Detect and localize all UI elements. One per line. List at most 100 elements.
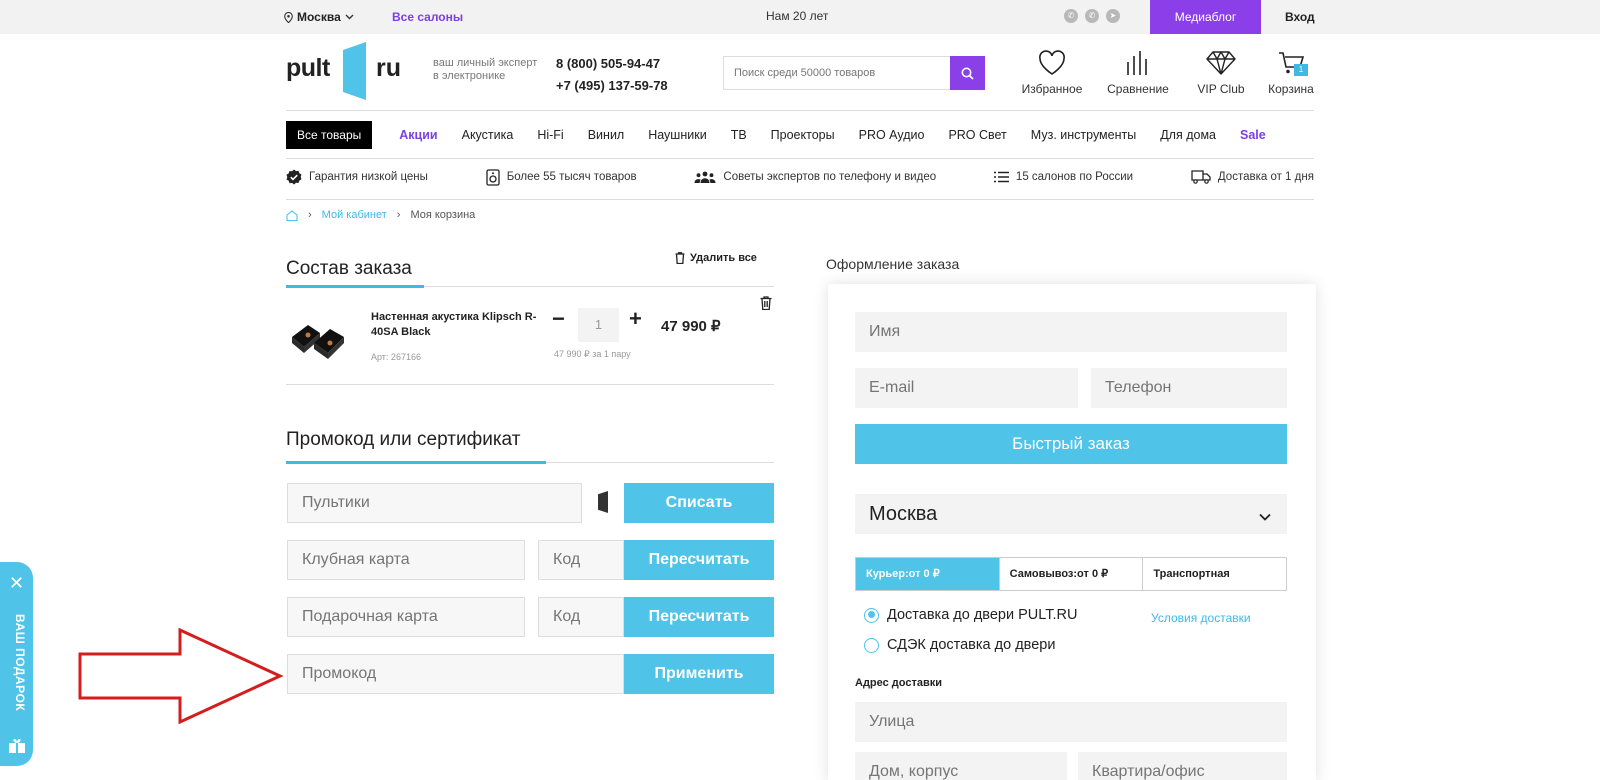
remove-item-trash-icon[interactable]: [760, 296, 772, 310]
gift-tab-label: ВАШ ПОДАРОК: [13, 614, 27, 712]
logo[interactable]: pult ru: [286, 42, 406, 100]
city-select[interactable]: Москва: [855, 494, 1287, 534]
product-image[interactable]: [286, 305, 354, 365]
radio-cdek-delivery[interactable]: СДЭК доставка до двери: [864, 637, 1055, 653]
city-select-value: Москва: [869, 503, 938, 525]
telegram-icon[interactable]: ➤: [1106, 9, 1120, 23]
badge-check-icon: [286, 169, 302, 185]
compare-link[interactable]: Сравнение: [1103, 48, 1173, 96]
section-underline-accent: [286, 285, 424, 288]
qty-increase-button[interactable]: +: [629, 308, 642, 330]
top-bar: Москва Все салоны Нам 20 лет ✆ ✆ ➤ Медиа…: [0, 0, 1600, 34]
gift-card-input[interactable]: [287, 597, 525, 637]
write-off-button[interactable]: Списать: [624, 483, 774, 523]
list-icon: [993, 171, 1009, 183]
phone-2[interactable]: +7 (495) 137-59-78: [556, 75, 668, 97]
nav-item-tv[interactable]: ТВ: [731, 128, 747, 142]
perks-bar: Гарантия низкой цены Более 55 тысяч това…: [286, 166, 1314, 188]
tab-pickup[interactable]: Самовывоз:от 0 ₽: [1000, 558, 1144, 590]
perk-low-price[interactable]: Гарантия низкой цены: [286, 169, 428, 185]
perk-products[interactable]: Более 55 тысяч товаров: [486, 168, 637, 186]
chevron-right-icon: ›: [308, 209, 312, 221]
perk-label: Доставка от 1 дня: [1217, 171, 1314, 183]
section-underline-accent: [286, 461, 546, 464]
perk-salons[interactable]: 15 салонов по России: [993, 171, 1133, 183]
club-card-input[interactable]: [287, 540, 525, 580]
nav-item-pro-audio[interactable]: PRO Аудио: [859, 128, 925, 142]
perk-label: Гарантия низкой цены: [309, 171, 428, 183]
cart-label: Корзина: [1268, 82, 1314, 96]
speaker-icon: [486, 168, 500, 186]
promo-code-input[interactable]: [287, 654, 624, 694]
logo-text-right: ru: [376, 54, 401, 82]
pultiki-input[interactable]: [287, 483, 582, 523]
product-price: 47 990 ₽: [661, 318, 721, 335]
radio-unchecked-icon: [864, 637, 879, 653]
club-code-input[interactable]: [538, 540, 624, 580]
nav-item-acoustics[interactable]: Акустика: [462, 128, 514, 142]
chevron-down-icon: [345, 14, 354, 20]
perk-experts[interactable]: Советы экспертов по телефону и видео: [694, 171, 936, 183]
address-label: Адрес доставки: [855, 677, 943, 689]
favorites-link[interactable]: Избранное: [1018, 48, 1086, 96]
unit-price: 47 990 ₽ за 1 пару: [554, 349, 631, 359]
nav-item-pro-light[interactable]: PRO Свет: [948, 128, 1006, 142]
cart-link[interactable]: 1 Корзина: [1266, 48, 1316, 96]
nav-item-headphones[interactable]: Наушники: [648, 128, 706, 142]
delete-all-button[interactable]: Удалить все: [675, 252, 757, 264]
street-input[interactable]: [855, 702, 1287, 742]
nav-item-projectors[interactable]: Проекторы: [771, 128, 835, 142]
all-salons-link[interactable]: Все салоны: [392, 10, 463, 24]
nav-item-instruments[interactable]: Муз. инструменты: [1031, 128, 1136, 142]
login-link[interactable]: Вход: [1285, 10, 1315, 24]
breadcrumb-cabinet[interactable]: Мой кабинет: [322, 209, 387, 221]
product-name[interactable]: Настенная акустика Klipsch R-40SA Black: [371, 310, 541, 340]
qty-decrease-button[interactable]: −: [552, 308, 565, 330]
gift-side-tab[interactable]: ✕ ВАШ ПОДАРОК: [0, 562, 33, 766]
perk-delivery[interactable]: Доставка от 1 дня: [1191, 170, 1314, 184]
email-input[interactable]: [855, 368, 1078, 408]
vip-club-link[interactable]: VIP Club: [1191, 48, 1251, 96]
nav-item-hifi[interactable]: Hi-Fi: [537, 128, 563, 142]
nav-item-home[interactable]: Для дома: [1160, 128, 1216, 142]
breadcrumb-current: Моя корзина: [410, 209, 476, 221]
nav-item-sale[interactable]: Sale: [1240, 128, 1266, 142]
qty-input[interactable]: 1: [578, 308, 619, 342]
house-input[interactable]: [855, 752, 1067, 780]
nav-item-vinyl[interactable]: Винил: [588, 128, 625, 142]
viber-icon[interactable]: ✆: [1085, 9, 1099, 23]
people-icon: [694, 171, 716, 183]
home-icon[interactable]: [286, 209, 298, 221]
name-input[interactable]: [855, 312, 1287, 352]
gift-icon: [9, 739, 25, 753]
radio-checked-icon: [864, 607, 879, 623]
anniversary-text[interactable]: Нам 20 лет: [766, 9, 828, 23]
all-products-button[interactable]: Все товары: [286, 121, 373, 149]
cart-count-badge: 1: [1294, 64, 1308, 76]
search-input[interactable]: [724, 57, 950, 89]
apply-promo-button[interactable]: Применить: [624, 654, 774, 694]
quick-order-button[interactable]: Быстрый заказ: [855, 424, 1287, 464]
messenger-links: ✆ ✆ ➤: [1064, 9, 1120, 23]
nav-item-sales[interactable]: Акции: [399, 128, 437, 142]
favorites-label: Избранное: [1021, 82, 1083, 96]
checkout-title: Оформление заказа: [826, 256, 960, 272]
tab-courier[interactable]: Курьер:от 0 ₽: [856, 558, 1000, 590]
gift-code-input[interactable]: [538, 597, 624, 637]
product-article: Арт: 267166: [371, 352, 421, 362]
city-selector[interactable]: Москва: [284, 10, 354, 24]
phone-1[interactable]: 8 (800) 505-94-47: [556, 53, 668, 75]
recalculate-gift-button[interactable]: Пересчитать: [624, 597, 774, 637]
delivery-conditions-link[interactable]: Условия доставки: [1151, 611, 1251, 625]
delivery-tabs: Курьер:от 0 ₽ Самовывоз:от 0 ₽ Транспорт…: [855, 557, 1287, 591]
divider: [286, 158, 1314, 159]
radio-door-delivery[interactable]: Доставка до двери PULT.RU: [864, 607, 1077, 623]
mediablog-button[interactable]: Медиаблог: [1150, 0, 1261, 34]
recalculate-club-button[interactable]: Пересчитать: [624, 540, 774, 580]
search-button[interactable]: [950, 56, 985, 90]
flat-input[interactable]: [1078, 752, 1287, 780]
tab-transport[interactable]: Транспортная: [1143, 558, 1286, 590]
close-icon[interactable]: ✕: [9, 574, 24, 592]
phone-input[interactable]: [1091, 368, 1287, 408]
whatsapp-icon[interactable]: ✆: [1064, 9, 1078, 23]
